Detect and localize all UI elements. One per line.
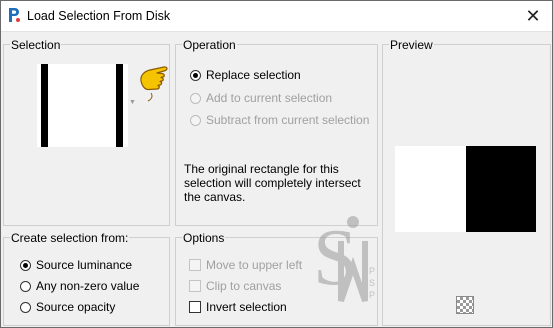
preview-group-title: Preview bbox=[389, 38, 434, 52]
radio-indicator bbox=[20, 301, 31, 313]
radio-indicator bbox=[190, 69, 201, 81]
close-icon: ✕ bbox=[525, 5, 541, 26]
preview-black-area bbox=[466, 146, 536, 232]
checkbox-box bbox=[189, 280, 201, 292]
selection-thumbnail[interactable] bbox=[37, 64, 128, 147]
replace-selection-label: Replace selection bbox=[206, 68, 301, 82]
subtract-selection-radio: Subtract from current selection bbox=[190, 111, 369, 129]
move-to-upper-left-label: Move to upper left bbox=[206, 258, 303, 272]
any-non-zero-radio[interactable]: Any non-zero value bbox=[20, 277, 139, 295]
source-luminance-label: Source luminance bbox=[36, 258, 133, 272]
create-from-group-title: Create selection from: bbox=[10, 231, 130, 245]
operation-info-text: The original rectangle for this selectio… bbox=[184, 162, 369, 204]
source-luminance-radio[interactable]: Source luminance bbox=[20, 256, 132, 274]
window-title: Load Selection From Disk bbox=[27, 9, 171, 23]
replace-selection-radio[interactable]: Replace selection bbox=[190, 66, 301, 84]
watermark-logo: S P S P bbox=[313, 214, 375, 302]
info-line: The original rectangle for this bbox=[184, 162, 339, 176]
radio-indicator bbox=[190, 114, 201, 126]
source-opacity-radio[interactable]: Source opacity bbox=[20, 298, 115, 316]
dropdown-arrow-icon[interactable]: ▼ bbox=[129, 99, 136, 106]
invert-selection-checkbox[interactable]: Invert selection bbox=[189, 298, 287, 316]
watermark-letter: P bbox=[369, 290, 375, 300]
pointing-hand-icon bbox=[140, 66, 168, 102]
checkbox-box bbox=[189, 301, 201, 313]
subtract-selection-label: Subtract from current selection bbox=[206, 113, 370, 127]
add-to-selection-radio: Add to current selection bbox=[190, 89, 332, 107]
options-group-title: Options bbox=[182, 231, 226, 245]
move-to-upper-left-checkbox: Move to upper left bbox=[189, 256, 302, 274]
checkerboard-icon[interactable] bbox=[456, 296, 474, 314]
close-button[interactable]: ✕ bbox=[520, 4, 546, 28]
any-non-zero-label: Any non-zero value bbox=[36, 279, 140, 293]
add-to-selection-label: Add to current selection bbox=[206, 91, 333, 105]
source-opacity-label: Source opacity bbox=[36, 300, 116, 314]
selection-group-title: Selection bbox=[10, 38, 62, 52]
radio-indicator bbox=[20, 259, 31, 271]
thumbnail-left-bar bbox=[41, 64, 48, 147]
watermark-letter: P bbox=[369, 266, 375, 276]
operation-group-title: Operation bbox=[182, 38, 237, 52]
dialog-window: Load Selection From Disk ✕ Selection Ope… bbox=[0, 0, 553, 328]
preview-white-area bbox=[395, 146, 466, 232]
thumbnail-right-bar bbox=[116, 64, 123, 147]
info-line: the canvas. bbox=[184, 190, 246, 204]
title-bar: Load Selection From Disk ✕ bbox=[1, 1, 552, 32]
clip-to-canvas-checkbox: Clip to canvas bbox=[189, 277, 281, 295]
paintshop-pro-icon bbox=[9, 8, 20, 22]
checkbox-box bbox=[189, 259, 201, 271]
info-line: selection will completely intersect bbox=[184, 176, 361, 190]
watermark-letter: S bbox=[369, 278, 375, 288]
radio-indicator bbox=[190, 92, 201, 104]
clip-to-canvas-label: Clip to canvas bbox=[206, 279, 282, 293]
radio-indicator bbox=[20, 280, 31, 292]
invert-selection-label: Invert selection bbox=[206, 300, 287, 314]
